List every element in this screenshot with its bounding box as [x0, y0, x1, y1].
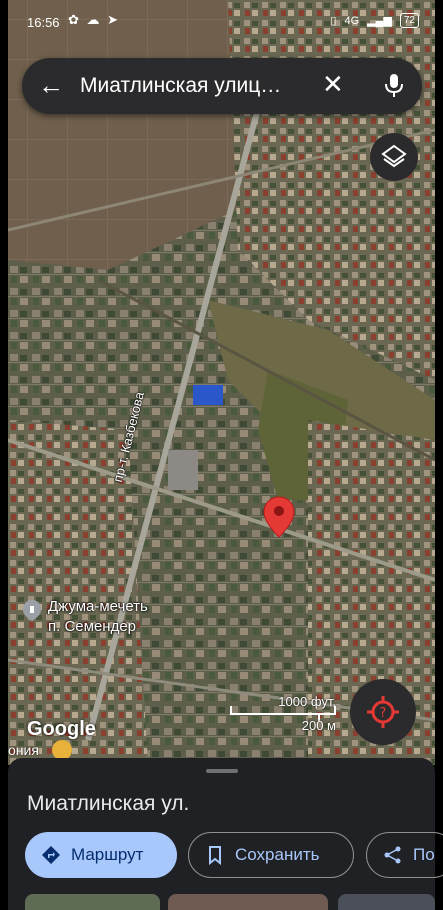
location-pin-icon[interactable] [262, 495, 296, 539]
svg-text:?: ? [380, 706, 387, 721]
place-marker-icon [52, 740, 72, 760]
google-watermark: Google [27, 718, 96, 740]
notification-icons: ✿ ☁ ➤ [68, 12, 121, 27]
bookmark-icon [209, 846, 221, 865]
location-crosshair-icon: ? [367, 696, 399, 728]
mosque-icon[interactable] [22, 598, 42, 622]
layers-icon [381, 144, 407, 168]
poi-name-line1: Джума-мечеть [48, 598, 148, 615]
status-right: ▯ 4G ▂▄▆ 72 [330, 13, 419, 28]
map-scale: 1000 фут. 200 м [230, 694, 340, 734]
my-location-button[interactable]: ? [350, 679, 416, 745]
place-title: Миатлинская ул. [27, 792, 190, 815]
map-cut-label: ония [8, 742, 39, 758]
status-time: 16:56 [27, 15, 60, 30]
directions-icon [42, 846, 60, 864]
photo-thumbnail[interactable] [25, 894, 160, 910]
search-bar[interactable]: ← Миатлинская улиц… ✕ [22, 58, 422, 114]
status-bar: 16:56 ✿ ☁ ➤ ▯ 4G ▂▄▆ 72 [0, 0, 443, 42]
signal-icon: ▂▄▆ [367, 15, 392, 27]
place-sheet[interactable]: Миатлинская ул. Маршрут Сохранить По [8, 758, 443, 910]
vibrate-icon: ▯ [330, 15, 337, 27]
share-icon [384, 846, 401, 864]
save-label: Сохранить [235, 845, 320, 864]
route-button[interactable]: Маршрут [25, 832, 177, 878]
scale-imperial: 1000 фут. [278, 694, 336, 709]
back-arrow-icon[interactable]: ← [38, 70, 64, 100]
share-button[interactable]: По [366, 832, 443, 878]
photo-thumbnail[interactable] [338, 894, 435, 910]
clear-icon[interactable]: ✕ [322, 69, 344, 99]
scale-metric: 200 м [301, 718, 336, 733]
battery-icon: 72 [399, 13, 419, 28]
photo-strip[interactable] [8, 894, 435, 910]
map-imagery [8, 0, 435, 765]
drag-handle[interactable] [206, 769, 238, 773]
network-label: 4G [344, 14, 360, 27]
search-query[interactable]: Миатлинская улиц… [80, 74, 330, 98]
microphone-icon[interactable] [382, 72, 406, 100]
layers-button[interactable] [370, 133, 418, 181]
satellite-map[interactable] [8, 0, 435, 765]
share-label: По [413, 845, 435, 864]
save-button[interactable]: Сохранить [188, 832, 354, 878]
photo-thumbnail[interactable] [168, 894, 328, 910]
poi-name-line2: п. Семендер [48, 618, 137, 635]
poi-label[interactable]: Джума-мечеть п. Семендер [48, 597, 148, 637]
route-label: Маршрут [71, 845, 144, 864]
